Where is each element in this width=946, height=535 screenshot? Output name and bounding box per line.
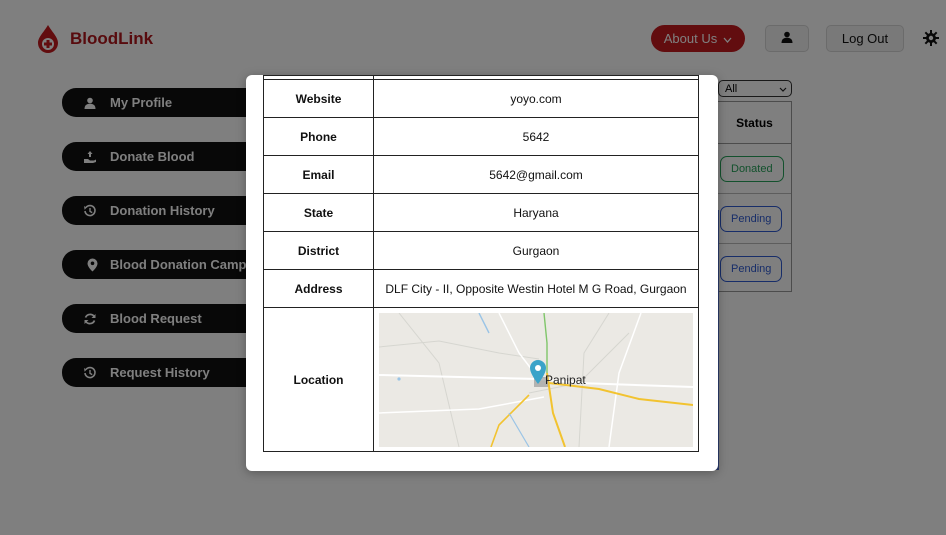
map-place-label: Panipat (545, 372, 586, 387)
location-map[interactable]: Panipat (379, 312, 693, 447)
address-value: DLF City - II, Opposite Westin Hotel M G… (373, 269, 699, 308)
phone-value: 5642 (373, 117, 699, 156)
table-row: Website yoyo.com (263, 79, 699, 118)
table-row: Phone 5642 (263, 117, 699, 156)
table-row: Email 5642@gmail.com (263, 155, 699, 194)
state-value: Haryana (373, 193, 699, 232)
website-value[interactable]: yoyo.com (373, 79, 699, 118)
table-row: State Haryana (263, 193, 699, 232)
detail-key: Email (263, 155, 374, 194)
detail-key: Phone (263, 117, 374, 156)
table-row: Address DLF City - II, Opposite Westin H… (263, 269, 699, 308)
detail-key: Website (263, 79, 374, 118)
location-cell: Panipat (373, 307, 699, 452)
table-row: Location Panipat (263, 307, 699, 452)
table-row: District Gurgaon (263, 231, 699, 270)
camp-details-modal: Website yoyo.com Phone 5642 Email 5642@g… (246, 75, 718, 471)
detail-key: Location (263, 307, 374, 452)
camp-details-table: Website yoyo.com Phone 5642 Email 5642@g… (263, 75, 699, 452)
detail-key: District (263, 231, 374, 270)
detail-key: State (263, 193, 374, 232)
detail-key: Address (263, 269, 374, 308)
district-value: Gurgaon (373, 231, 699, 270)
email-value: 5642@gmail.com (373, 155, 699, 194)
